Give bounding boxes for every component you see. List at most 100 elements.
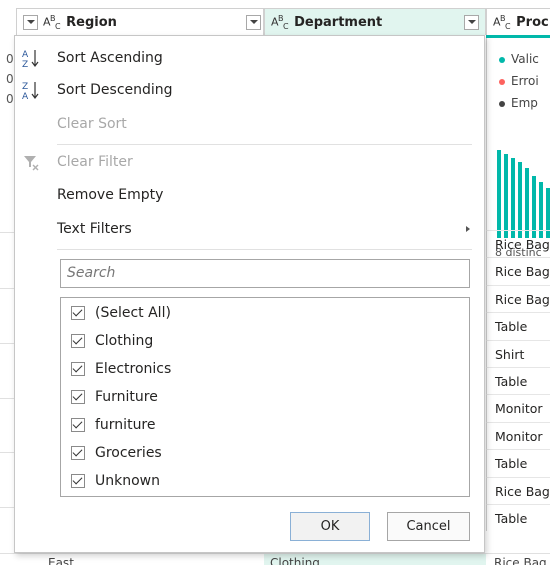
remove-empty-label: Remove Empty [57,187,164,203]
product-column-profile: Valic Erroi Emp 8 distinc [486,38,550,259]
list-item[interactable]: (Select All) [71,299,171,327]
distribution-bar [511,158,515,238]
list-item-label: Furniture [95,389,158,405]
value-distribution-chart [497,150,550,238]
value-checklist: (Select All) Clothing Electronics Furnit… [60,297,470,497]
ok-button[interactable]: OK [290,512,370,541]
list-item[interactable]: furniture [71,411,156,439]
filter-menu: A Z Sort Ascending Z A Sort Descending C… [14,35,485,553]
clear-filter-icon [24,156,39,171]
column-headers: ABC Region ABC Department ABC Proc [0,8,550,35]
sort-descending-label: Sort Descending [57,82,173,98]
department-dropdown-button[interactable] [464,14,479,30]
error-legend: Erroi [499,74,539,88]
list-item[interactable]: Unknown [71,467,160,495]
list-item-label: Unknown [95,473,160,489]
table-cell[interactable]: Rice Bag [486,230,550,258]
product-header-label: Proc [516,14,549,30]
checkbox-icon[interactable] [71,306,85,320]
cell-fragment: 0 [6,92,14,106]
chevron-down-icon [26,20,35,24]
column-header-department[interactable]: ABC Department [246,8,486,35]
valid-dot-icon [499,56,505,63]
text-type-icon[interactable]: ABC [43,14,61,31]
list-item[interactable]: Electronics [71,355,171,383]
table-cell[interactable]: Table [486,449,550,477]
checkbox-icon[interactable] [71,362,85,376]
svg-text:Z: Z [22,60,28,68]
list-item[interactable]: Groceries [71,439,162,467]
text-type-icon[interactable]: ABC [493,14,511,31]
svg-text:A: A [22,92,29,100]
region-dropdown-button[interactable] [23,14,38,30]
list-item-label: (Select All) [95,305,171,321]
department-header-label: Department [294,14,383,30]
table-cell[interactable]: Rice Bag [486,476,550,504]
text-filters-label: Text Filters [57,221,132,237]
checkbox-icon[interactable] [71,446,85,460]
error-dot-icon [499,78,505,85]
empty-label: Emp [511,96,538,110]
distribution-bar [504,154,508,238]
sort-descending-icon: Z A [22,82,39,100]
list-item[interactable]: Furniture [71,383,158,411]
table-cell[interactable]: Clothing [270,556,320,565]
region-header-label: Region [66,14,117,30]
table-cell[interactable]: Table [486,366,550,395]
sort-ascending-item[interactable]: A Z Sort Ascending [15,42,484,74]
product-cells: Rice Bag Rice Bag Rice Bag Table Shirt T… [486,230,550,532]
list-item-label: Clothing [95,333,154,349]
svg-text:Z: Z [22,82,28,92]
sort-ascending-label: Sort Ascending [57,50,163,66]
table-cell[interactable]: Shirt [486,339,550,367]
table-cell[interactable]: Rice Bag [486,284,550,313]
distribution-bar [525,168,529,238]
region-filter-toggle[interactable] [246,14,261,30]
list-item-label: Electronics [95,361,172,377]
clear-sort-label: Clear Sort [57,116,127,132]
clear-filter-item: Clear Filter [15,146,484,178]
column-header-region[interactable]: ABC Region [16,8,264,35]
chevron-down-icon [249,20,258,24]
distribution-bar [518,162,522,238]
list-item-label: Groceries [95,445,162,461]
checkbox-icon[interactable] [71,418,85,432]
menu-separator [57,249,472,250]
search-input[interactable]: Search [60,259,470,288]
table-cell[interactable]: Table [486,503,550,532]
table-cell[interactable]: Table [486,312,550,340]
power-query-editor: ABC Region ABC Department ABC Proc Valic… [0,0,550,565]
table-cell[interactable]: East [48,556,74,565]
valid-legend: Valic [499,52,539,66]
checkbox-icon[interactable] [71,334,85,348]
menu-separator [57,144,472,145]
text-type-icon[interactable]: ABC [271,14,289,31]
chevron-down-icon [467,20,476,24]
valid-label: Valic [511,52,539,66]
table-cell[interactable]: Monitor [486,421,550,450]
checkbox-icon[interactable] [71,474,85,488]
empty-dot-icon [499,100,505,107]
clear-sort-item: Clear Sort [15,108,484,140]
sort-ascending-icon: A Z [22,50,39,68]
table-row: East Clothing Rice Bag [0,553,550,565]
distribution-bar [532,176,536,238]
svg-text:A: A [22,50,29,60]
submenu-arrow-icon [466,226,470,232]
text-filters-item[interactable]: Text Filters [15,213,484,245]
clear-filter-label: Clear Filter [57,154,133,170]
list-item-label: furniture [95,417,156,433]
sort-descending-item[interactable]: Z A Sort Descending [15,74,484,106]
table-cell[interactable]: Monitor [486,394,550,422]
error-label: Erroi [511,74,539,88]
column-header-product[interactable]: ABC Proc [486,8,550,35]
table-cell[interactable]: Rice Bag [494,556,547,565]
cell-fragment: 0 [6,72,14,86]
checkbox-icon[interactable] [71,390,85,404]
remove-empty-item[interactable]: Remove Empty [15,179,484,211]
list-item[interactable]: Clothing [71,327,153,355]
cell-fragment: 0 [6,52,14,66]
table-cell[interactable]: Rice Bag [486,257,550,285]
empty-legend: Emp [499,96,538,110]
cancel-button[interactable]: Cancel [387,512,470,541]
